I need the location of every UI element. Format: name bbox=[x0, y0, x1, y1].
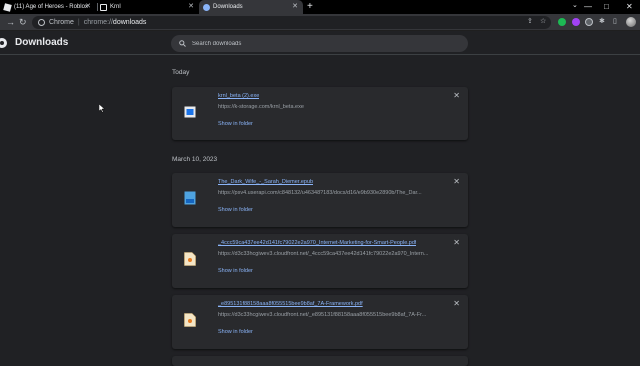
krnl-icon bbox=[100, 3, 107, 11]
download-item: krnl_beta (2).exe https://k-storage.com/… bbox=[172, 87, 468, 140]
roblox-icon bbox=[3, 2, 12, 12]
url-host: downloads bbox=[112, 19, 147, 26]
close-icon[interactable]: ✕ bbox=[85, 3, 91, 10]
file-url: https://psv4.userapi.com/c848132/u46348?… bbox=[218, 190, 422, 196]
download-item: _4ccc59ca437ee42d141fc79022e2a970_Intern… bbox=[172, 234, 468, 288]
tab-label: Downloads bbox=[213, 4, 243, 10]
extension-purple-icon[interactable] bbox=[572, 18, 580, 26]
file-url: https://d3c33hcgiwev3.cloudfront.net/_4c… bbox=[218, 251, 429, 257]
pdf-icon bbox=[184, 313, 196, 327]
file-url: https://d3c33hcgiwev3.cloudfront.net/_e8… bbox=[218, 312, 427, 318]
show-in-folder-link[interactable]: Show in folder bbox=[218, 268, 253, 274]
remove-item-icon[interactable]: ✕ bbox=[453, 92, 460, 100]
download-item: _e895131f88158aaa8f055515bee9b8af_7A-Fra… bbox=[172, 295, 468, 349]
file-name-link[interactable]: krnl_beta (2).exe bbox=[218, 93, 259, 99]
show-in-folder-link[interactable]: Show in folder bbox=[218, 121, 253, 127]
extension-green-icon[interactable] bbox=[558, 18, 566, 26]
browser-toolbar: → ↻ Chrome | chrome://downloads ⇪ ☆ ✱ ▯ bbox=[0, 14, 640, 31]
chrome-logo-icon bbox=[0, 38, 7, 48]
remove-item-icon[interactable]: ✕ bbox=[453, 300, 460, 308]
chrome-label: Chrome bbox=[49, 19, 74, 26]
minimize-button[interactable]: — bbox=[584, 1, 592, 12]
file-name-link[interactable]: _4ccc59ca437ee42d141fc79022e2a970_Intern… bbox=[218, 240, 416, 246]
separator: | bbox=[77, 19, 80, 26]
search-icon bbox=[179, 40, 186, 47]
date-section-label: March 10, 2023 bbox=[172, 156, 218, 163]
epub-icon bbox=[184, 191, 196, 205]
remove-item-icon[interactable]: ✕ bbox=[453, 239, 460, 247]
search-bar[interactable] bbox=[171, 35, 468, 52]
downloads-header: Downloads bbox=[0, 31, 640, 55]
tab-downloads[interactable]: Downloads ✕ bbox=[199, 0, 303, 14]
avatar[interactable] bbox=[626, 17, 636, 27]
download-icon bbox=[203, 3, 210, 11]
extensions-puzzle-icon[interactable]: ✱ bbox=[599, 17, 605, 25]
download-item: The_Dark_Wife_-_Sarah_Diemer.epub https:… bbox=[172, 173, 468, 227]
forward-icon[interactable]: → bbox=[6, 17, 15, 27]
show-in-folder-link[interactable]: Show in folder bbox=[218, 207, 253, 213]
side-panel-icon[interactable]: ▯ bbox=[613, 17, 617, 25]
search-input[interactable] bbox=[192, 40, 442, 47]
chrome-icon bbox=[38, 19, 45, 26]
tab-strip: (11) Age of Heroes - Roblox ✕ Krnl ✕ Dow… bbox=[0, 0, 640, 14]
tab-roblox[interactable]: (11) Age of Heroes - Roblox ✕ bbox=[0, 0, 96, 14]
close-window-button[interactable]: ✕ bbox=[626, 1, 633, 12]
maximize-button[interactable]: □ bbox=[604, 1, 609, 12]
date-section-label: Today bbox=[172, 69, 190, 76]
tab-krnl[interactable]: Krnl ✕ bbox=[96, 0, 199, 14]
file-name-link[interactable]: _e895131f88158aaa8f055515bee9b8af_7A-Fra… bbox=[218, 301, 363, 307]
remove-item-icon[interactable]: ✕ bbox=[453, 178, 460, 186]
extension-grey-icon[interactable] bbox=[585, 18, 593, 26]
download-item bbox=[172, 356, 468, 366]
pdf-icon bbox=[184, 252, 196, 266]
url-scheme: chrome:// bbox=[83, 19, 113, 26]
exe-icon bbox=[184, 106, 196, 118]
tab-label: Krnl bbox=[110, 4, 121, 10]
close-icon[interactable]: ✕ bbox=[188, 3, 194, 10]
file-url: https://k-storage.com/krnl_beta.exe bbox=[218, 104, 304, 110]
show-in-folder-link[interactable]: Show in folder bbox=[218, 329, 253, 335]
bookmark-star-icon[interactable]: ☆ bbox=[540, 17, 546, 25]
page-title: Downloads bbox=[15, 37, 69, 48]
new-tab-button[interactable]: + bbox=[307, 1, 313, 12]
address-bar[interactable]: Chrome | chrome://downloads bbox=[32, 16, 551, 29]
mouse-cursor-icon bbox=[99, 104, 105, 113]
chevron-down-icon[interactable]: ⌄ bbox=[572, 1, 578, 9]
tab-label: (11) Age of Heroes - Roblox bbox=[14, 4, 88, 10]
close-icon[interactable]: ✕ bbox=[292, 3, 298, 10]
reload-icon[interactable]: ↻ bbox=[19, 17, 27, 27]
share-icon[interactable]: ⇪ bbox=[527, 17, 533, 25]
file-name-link[interactable]: The_Dark_Wife_-_Sarah_Diemer.epub bbox=[218, 179, 313, 185]
